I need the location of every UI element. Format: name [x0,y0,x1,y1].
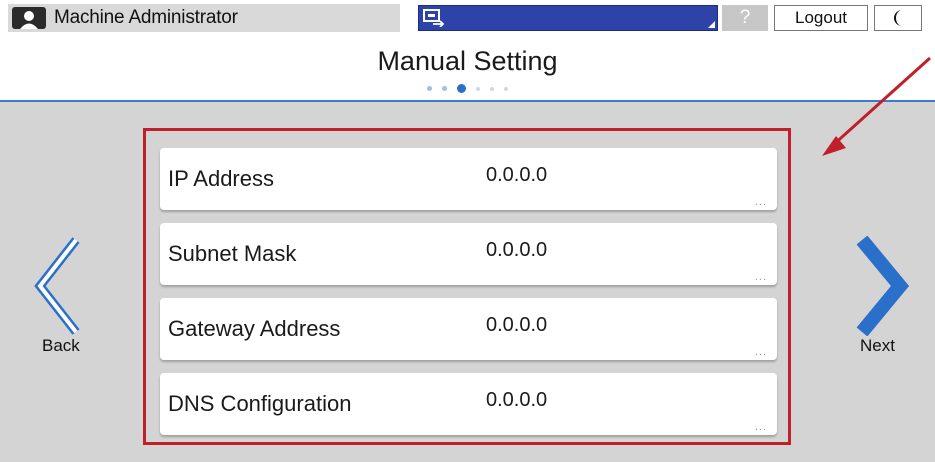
main-area: IP Address 0.0.0.0 ... Subnet Mask 0.0.0… [0,102,935,462]
ip-address-row[interactable]: IP Address 0.0.0.0 ... [160,148,777,210]
row-label: IP Address [168,166,274,191]
page-title: Manual Setting [377,46,558,76]
back-label: Back [42,336,80,355]
more-indicator: ... [754,346,767,358]
row-value: 0.0.0.0 [486,164,548,186]
more-indicator: ... [754,421,767,433]
row-label: Gateway Address [168,316,341,341]
pager-dot-current [457,84,466,93]
pager-dot [476,86,480,91]
page-indicator [0,84,935,93]
more-indicator: ... [754,196,767,208]
chevron-left-icon [34,237,80,335]
row-label: DNS Configuration [168,391,352,416]
logout-button[interactable]: Logout [774,5,868,31]
pager-dot [427,86,432,91]
pager-dot [504,86,508,91]
dns-configuration-row[interactable]: DNS Configuration 0.0.0.0 ... [160,373,777,435]
page-header: Manual Setting [0,36,935,102]
row-value: 0.0.0.0 [486,239,548,261]
next-button[interactable]: Next [840,236,920,356]
row-value: 0.0.0.0 [486,389,548,411]
more-indicator: ... [754,271,767,283]
energy-saver-button[interactable] [874,5,922,31]
chevron-right-icon [856,236,910,336]
back-button[interactable]: Back [20,236,100,356]
next-label: Next [860,336,895,355]
pager-dot [490,86,494,91]
user-area: Machine Administrator [8,4,400,32]
corner-mark [708,21,715,28]
subnet-mask-row[interactable]: Subnet Mask 0.0.0.0 ... [160,223,777,285]
row-value: 0.0.0.0 [486,314,548,336]
row-label: Subnet Mask [168,241,297,266]
help-button[interactable]: ? [722,5,768,31]
gateway-address-row[interactable]: Gateway Address 0.0.0.0 ... [160,298,777,360]
user-icon [12,7,46,29]
top-status-bar: Machine Administrator ? Logout [0,0,935,36]
copy-screen-icon [423,9,445,27]
moon-icon [894,10,902,26]
pager-dot [442,86,447,91]
status-field[interactable] [418,5,718,31]
user-name: Machine Administrator [54,7,238,28]
